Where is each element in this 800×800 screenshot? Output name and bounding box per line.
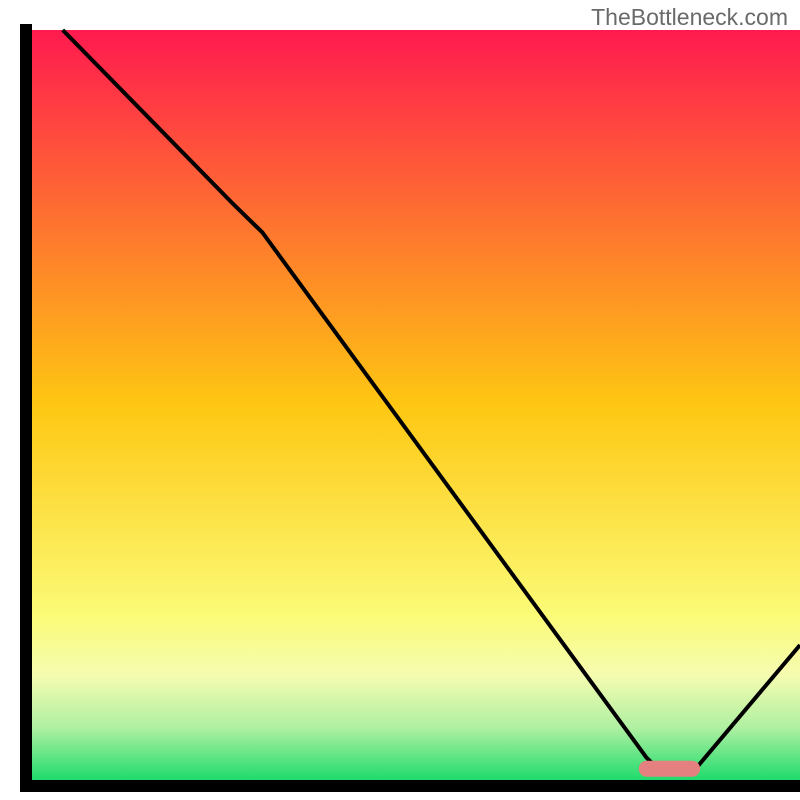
chart-svg	[0, 0, 800, 800]
chart-container: TheBottleneck.com	[0, 0, 800, 800]
optimal-marker	[639, 761, 700, 777]
plot-background	[32, 30, 800, 780]
attribution-text: TheBottleneck.com	[591, 4, 788, 31]
